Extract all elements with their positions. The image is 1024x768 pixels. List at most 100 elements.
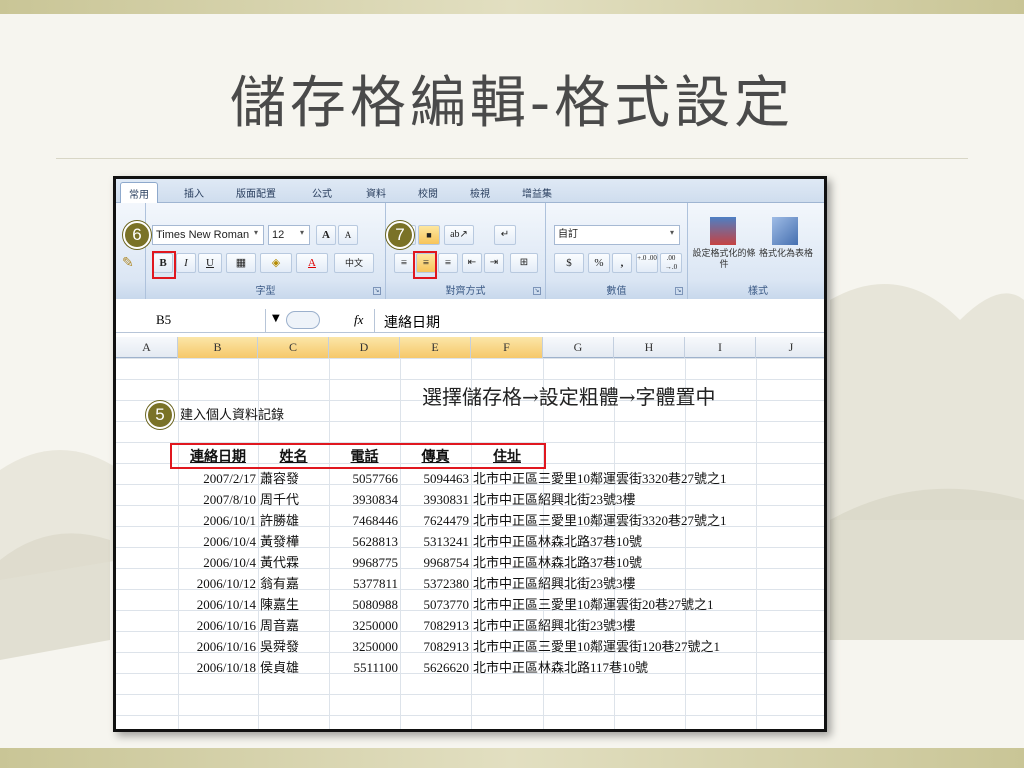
phone-cell[interactable]: 3250000	[329, 636, 399, 657]
fax-cell[interactable]: 5313241	[400, 531, 470, 552]
column-header-c[interactable]: C	[258, 337, 329, 358]
address-cell[interactable]: 北市中正區林森北路37巷10號	[473, 531, 824, 552]
fax-cell[interactable]: 5094463	[400, 468, 470, 489]
name-cell[interactable]: 許勝雄	[260, 510, 329, 531]
tab-view[interactable]: 檢視	[470, 185, 490, 200]
underline-button[interactable]: U	[198, 253, 222, 273]
date-cell[interactable]: 2007/8/10	[178, 489, 256, 510]
fill-color-button[interactable]: ◈	[260, 253, 292, 273]
align-middle-button[interactable]: ■	[418, 225, 440, 245]
column-header-j[interactable]: J	[756, 337, 824, 358]
name-cell[interactable]: 吳舜發	[260, 636, 329, 657]
formula-content[interactable]: 連絡日期	[384, 312, 440, 332]
column-header-e[interactable]: E	[400, 337, 471, 358]
font-dialog-launcher[interactable]: ↘	[373, 287, 381, 295]
fax-cell[interactable]: 5626620	[400, 657, 470, 678]
grow-font-button[interactable]: A	[316, 225, 336, 245]
name-cell[interactable]: 翁有嘉	[260, 573, 329, 594]
address-cell[interactable]: 北市中正區紹興北街23號3樓	[473, 615, 824, 636]
date-cell[interactable]: 2006/10/14	[178, 594, 256, 615]
fax-cell[interactable]: 5372380	[400, 573, 470, 594]
column-header-g[interactable]: G	[543, 337, 614, 358]
name-cell[interactable]: 周音嘉	[260, 615, 329, 636]
wrap-text-button[interactable]: ↵	[494, 225, 516, 245]
name-box[interactable]: B5	[116, 309, 266, 332]
tab-data[interactable]: 資料	[366, 185, 386, 200]
phone-cell[interactable]: 3250000	[329, 615, 399, 636]
column-header-f[interactable]: F	[471, 337, 543, 358]
format-painter-icon[interactable]: ✎	[122, 255, 134, 271]
align-left-button[interactable]: ≡	[394, 253, 414, 273]
percent-button[interactable]: %	[588, 253, 610, 273]
column-header-h[interactable]: H	[614, 337, 685, 358]
phone-cell[interactable]: 5080988	[329, 594, 399, 615]
comma-button[interactable]: ,	[612, 253, 632, 273]
phone-cell[interactable]: 3930834	[329, 489, 399, 510]
format-as-table-icon[interactable]	[772, 217, 798, 245]
tab-addins[interactable]: 增益集	[522, 185, 552, 200]
increase-indent-button[interactable]: ⇥	[484, 253, 504, 273]
font-name-select[interactable]: Times New Roman	[152, 225, 264, 245]
address-cell[interactable]: 北市中正區林森北路117巷10號	[473, 657, 824, 678]
column-header-a[interactable]: A	[116, 337, 178, 358]
shrink-font-button[interactable]: A	[338, 225, 358, 245]
font-color-button[interactable]: A	[296, 253, 328, 273]
tab-review[interactable]: 校閱	[418, 185, 438, 200]
function-icon[interactable]: fx	[354, 312, 363, 328]
align-right-button[interactable]: ≡	[438, 253, 458, 273]
name-cell[interactable]: 周千代	[260, 489, 329, 510]
column-header-i[interactable]: I	[685, 337, 756, 358]
fax-cell[interactable]: 5073770	[400, 594, 470, 615]
phone-cell[interactable]: 5511100	[329, 657, 398, 678]
tab-formulas[interactable]: 公式	[312, 185, 332, 200]
number-dialog-launcher[interactable]: ↘	[675, 287, 683, 295]
conditional-format-icon[interactable]	[710, 217, 736, 245]
format-as-table-button[interactable]: 格式化為表格	[758, 249, 814, 260]
decrease-indent-button[interactable]: ⇤	[462, 253, 482, 273]
tab-insert[interactable]: 插入	[184, 185, 204, 200]
name-cell[interactable]: 侯貞雄	[260, 657, 329, 678]
phone-cell[interactable]: 5628813	[329, 531, 399, 552]
decrease-decimal-button[interactable]: .00 →.0	[660, 253, 682, 273]
fax-cell[interactable]: 9968754	[400, 552, 470, 573]
phone-cell[interactable]: 9968775	[329, 552, 399, 573]
date-cell[interactable]: 2006/10/16	[178, 636, 256, 657]
column-header-b[interactable]: B	[178, 337, 258, 358]
address-cell[interactable]: 北市中正區三愛里10鄰運雲街20巷27號之1	[473, 594, 824, 615]
date-cell[interactable]: 2006/10/1	[178, 510, 256, 531]
fax-cell[interactable]: 7624479	[400, 510, 470, 531]
name-cell[interactable]: 黃發樺	[260, 531, 329, 552]
date-cell[interactable]: 2006/10/16	[178, 615, 256, 636]
tab-page-layout[interactable]: 版面配置	[236, 185, 276, 200]
name-cell[interactable]: 陳嘉生	[260, 594, 329, 615]
number-format-select[interactable]: 自訂	[554, 225, 680, 245]
address-cell[interactable]: 北市中正區紹興北街23號3樓	[473, 573, 824, 594]
address-cell[interactable]: 北市中正區三愛里10鄰運雲街120巷27號之1	[473, 636, 824, 657]
conditional-format-button[interactable]: 設定格式化的條件	[692, 249, 756, 271]
phone-cell[interactable]: 7468446	[329, 510, 399, 531]
fax-cell[interactable]: 7082913	[400, 615, 470, 636]
column-header-d[interactable]: D	[329, 337, 400, 358]
date-cell[interactable]: 2006/10/4	[178, 531, 256, 552]
currency-button[interactable]: $	[554, 253, 584, 273]
name-cell[interactable]: 蕭容發	[260, 468, 329, 489]
date-cell[interactable]: 2006/10/18	[178, 657, 256, 678]
phone-cell[interactable]: 5377811	[329, 573, 398, 594]
chevron-down-icon[interactable]: ▼	[272, 313, 280, 324]
fax-cell[interactable]: 7082913	[400, 636, 470, 657]
fax-cell[interactable]: 3930831	[400, 489, 470, 510]
phonetic-button[interactable]: 中文	[334, 253, 374, 273]
address-cell[interactable]: 北市中正區三愛里10鄰運雲街3320巷27號之1	[473, 510, 824, 531]
address-cell[interactable]: 北市中正區紹興北街23號3樓	[473, 489, 824, 510]
date-cell[interactable]: 2006/10/12	[178, 573, 256, 594]
address-cell[interactable]: 北市中正區林森北路37巷10號	[473, 552, 824, 573]
name-cell[interactable]: 黃代霖	[260, 552, 329, 573]
alignment-dialog-launcher[interactable]: ↘	[533, 287, 541, 295]
orientation-button[interactable]: ab↗	[444, 225, 474, 245]
address-cell[interactable]: 北市中正區三愛里10鄰運雲街3320巷27號之1	[473, 468, 824, 489]
date-cell[interactable]: 2007/2/17	[178, 468, 256, 489]
section-title-cell[interactable]: 建入個人資料記錄	[180, 404, 284, 425]
increase-decimal-button[interactable]: +.0 .00	[636, 253, 658, 273]
tab-home[interactable]: 常用	[120, 182, 158, 204]
border-button[interactable]: ▦	[226, 253, 256, 273]
